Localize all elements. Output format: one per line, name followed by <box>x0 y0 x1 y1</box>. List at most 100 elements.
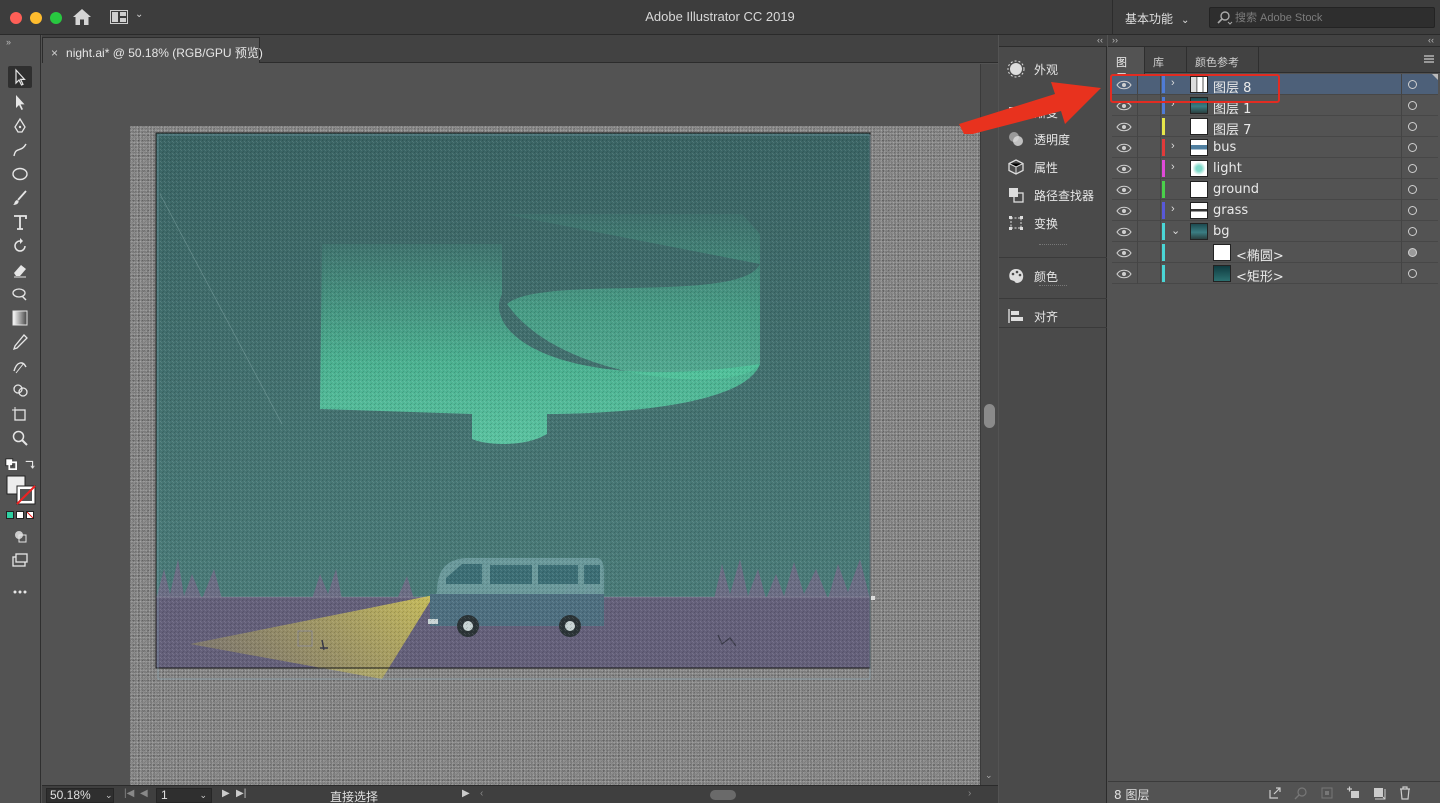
visibility-eye-icon[interactable] <box>1116 247 1132 259</box>
target-circle-icon[interactable] <box>1408 227 1417 236</box>
layer-name[interactable]: grass <box>1213 203 1248 218</box>
width-tool[interactable] <box>8 283 32 305</box>
target-circle-icon[interactable] <box>1408 143 1417 152</box>
layer-name[interactable]: light <box>1213 161 1242 176</box>
dock-grip[interactable] <box>1039 244 1067 246</box>
workspace-switcher[interactable]: 基本功能 ⌄ <box>1112 0 1202 35</box>
target-circle-icon[interactable] <box>1408 101 1417 110</box>
type-tool[interactable] <box>8 211 32 233</box>
visibility-eye-icon[interactable] <box>1116 184 1132 196</box>
chevron-down-icon[interactable]: ⌄ <box>199 789 207 802</box>
canvas[interactable] <box>42 64 980 785</box>
target-circle-icon[interactable] <box>1408 185 1417 194</box>
zoom-tool[interactable] <box>8 427 32 449</box>
new-layer-icon[interactable] <box>1372 786 1386 800</box>
gradient-mode-icon[interactable] <box>16 511 24 519</box>
artboard-number-field[interactable]: 1 ⌄ <box>156 788 212 803</box>
chevron-right-icon[interactable]: › <box>1171 161 1181 173</box>
default-colors-button[interactable] <box>4 453 18 475</box>
target-circle-icon[interactable] <box>1408 80 1417 89</box>
swap-colors-button[interactable] <box>22 453 38 475</box>
visibility-eye-icon[interactable] <box>1116 226 1132 238</box>
chevron-down-icon[interactable]: ⌄ <box>135 9 143 20</box>
scroll-right-icon[interactable]: › <box>968 788 971 799</box>
tab-libraries[interactable]: 库 <box>1145 47 1187 73</box>
layer-row[interactable]: › light <box>1112 158 1438 179</box>
layer-row[interactable]: ground <box>1112 179 1438 200</box>
trash-icon[interactable] <box>1398 786 1412 800</box>
pen-tool[interactable] <box>8 115 32 137</box>
close-tab-icon[interactable]: × <box>51 46 58 60</box>
last-artboard-icon[interactable]: ▶| <box>236 788 246 799</box>
scroll-down-icon[interactable]: ⌄ <box>985 770 993 781</box>
layer-row[interactable]: 图层 7 <box>1112 116 1438 138</box>
clipping-mask-icon[interactable] <box>1320 786 1334 800</box>
zoom-window-button[interactable] <box>50 12 62 24</box>
dock-grip[interactable] <box>1039 285 1067 287</box>
dock-item-properties[interactable]: 属性 <box>1007 155 1103 179</box>
ellipse-tool[interactable] <box>8 163 32 185</box>
rotate-tool[interactable] <box>8 235 32 257</box>
target-circle-icon[interactable] <box>1408 122 1417 131</box>
next-artboard-icon[interactable]: ▶ <box>222 788 230 799</box>
draw-mode-button[interactable] <box>8 525 32 547</box>
chevron-right-icon[interactable]: › <box>1171 140 1181 152</box>
eraser-tool[interactable] <box>8 259 32 281</box>
artwork[interactable] <box>42 64 980 785</box>
chevron-down-icon[interactable]: ⌄ <box>105 789 113 802</box>
tab-color-guide[interactable]: 颜色参考 <box>1187 47 1259 73</box>
document-tab[interactable]: × night.ai* @ 50.18% (RGB/GPU 预览) <box>42 37 263 63</box>
eyedropper-tool[interactable] <box>8 331 32 353</box>
none-mode-icon[interactable] <box>26 511 34 519</box>
visibility-eye-icon[interactable] <box>1116 268 1132 280</box>
stock-search-input[interactable] <box>1235 10 1430 26</box>
fill-stroke-swatches[interactable] <box>6 475 36 505</box>
target-circle-icon[interactable] <box>1408 269 1417 278</box>
gradient-tool[interactable] <box>8 307 32 329</box>
selection-tool[interactable] <box>8 66 32 88</box>
chevron-right-icon[interactable]: › <box>1171 203 1181 215</box>
dock-item-align[interactable]: 对齐 <box>1007 304 1103 328</box>
dock-item-pathfinder[interactable]: 路径查找器 <box>1007 183 1103 207</box>
vertical-scrollbar[interactable]: ⌄ <box>980 64 998 785</box>
previous-artboard-icon[interactable]: ◀ <box>140 788 148 799</box>
screen-mode-button[interactable] <box>8 549 32 571</box>
arrange-documents-icon[interactable] <box>110 10 128 24</box>
panel-collapse-icon[interactable]: ›› <box>6 37 11 47</box>
layer-row[interactable]: <矩形> <box>1112 263 1438 285</box>
direct-selection-tool[interactable] <box>8 91 32 113</box>
horizontal-scroll-thumb[interactable] <box>710 790 736 800</box>
blend-tool[interactable] <box>8 355 32 377</box>
panel-menu-icon[interactable] <box>1424 54 1434 64</box>
scroll-left-icon[interactable]: ‹ <box>480 788 483 799</box>
layer-row[interactable]: ⌄ bg <box>1112 221 1438 242</box>
status-menu-icon[interactable]: ▶ <box>462 788 470 799</box>
visibility-eye-icon[interactable] <box>1116 205 1132 217</box>
scroll-thumb[interactable] <box>984 404 995 428</box>
curvature-tool[interactable] <box>8 139 32 161</box>
visibility-eye-icon[interactable] <box>1116 121 1132 133</box>
collapse-panel-icon[interactable]: ‹‹ <box>1428 35 1434 45</box>
layer-name[interactable]: bus <box>1213 140 1236 155</box>
edit-toolbar-button[interactable] <box>8 581 32 603</box>
visibility-eye-icon[interactable] <box>1116 142 1132 154</box>
home-icon[interactable] <box>72 8 92 26</box>
stock-search-box[interactable] <box>1209 7 1435 28</box>
minimize-window-button[interactable] <box>30 12 42 24</box>
visibility-eye-icon[interactable] <box>1116 163 1132 175</box>
tab-layers[interactable]: 图层 <box>1108 47 1145 85</box>
layer-name[interactable]: <椭圆> <box>1236 245 1284 264</box>
new-sublayer-icon[interactable] <box>1346 786 1360 800</box>
layer-name[interactable]: ground <box>1213 182 1259 197</box>
layer-row[interactable]: › bus <box>1112 137 1438 158</box>
color-mode-buttons[interactable] <box>6 511 36 521</box>
collapse-dock-icon[interactable]: ‹‹ <box>1097 35 1103 45</box>
paintbrush-tool[interactable] <box>8 187 32 209</box>
layer-row[interactable]: › grass <box>1112 200 1438 221</box>
chevron-down-icon[interactable]: ⌄ <box>1171 224 1181 237</box>
zoom-level-field[interactable]: 50.18% ⌄ <box>46 788 114 803</box>
artboard-tool[interactable] <box>8 403 32 425</box>
dock-item-transform[interactable]: 变换 <box>1007 211 1103 235</box>
first-artboard-icon[interactable]: |◀ <box>124 788 134 799</box>
layer-name[interactable]: 图层 7 <box>1213 119 1251 138</box>
